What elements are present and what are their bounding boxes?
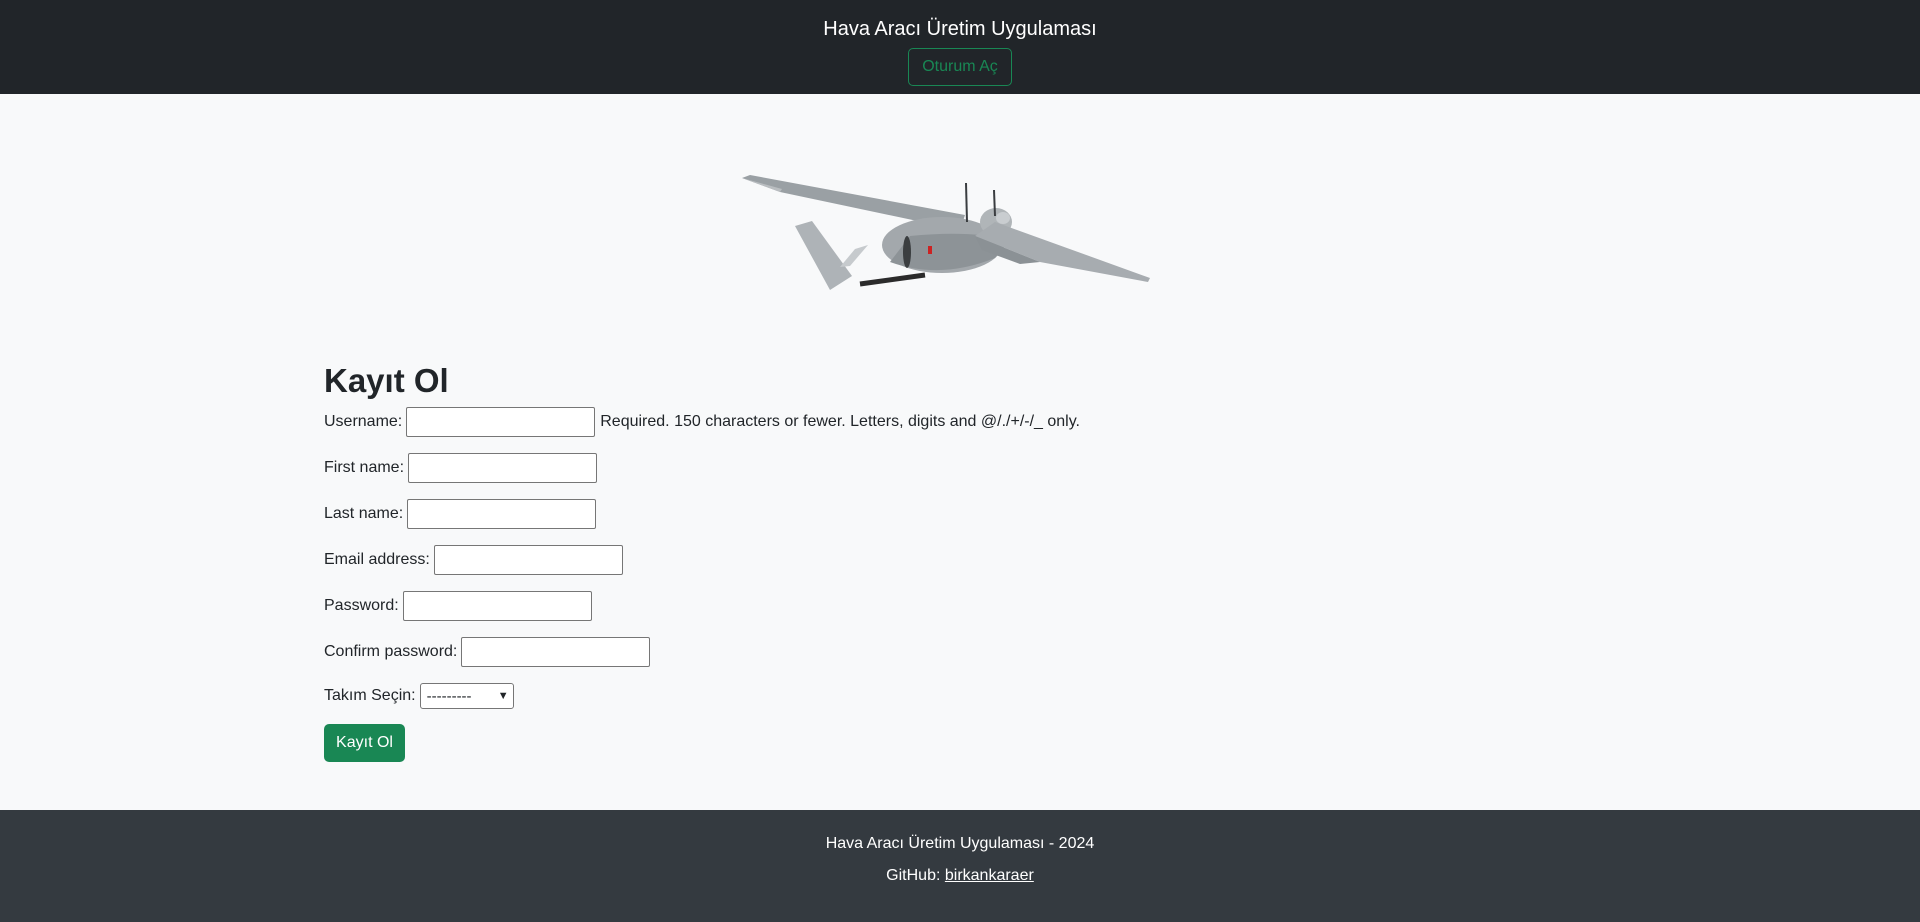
password-row: Password:: [324, 591, 592, 621]
confirm-password-input[interactable]: [461, 637, 651, 667]
confirm-password-row: Confirm password:: [324, 637, 651, 667]
app-title: Hava Aracı Üretim Uygulaması: [823, 18, 1097, 40]
github-link[interactable]: birkankaraer: [945, 867, 1034, 884]
confirm-password-label: Confirm password:: [324, 643, 458, 660]
last-name-label: Last name:: [324, 505, 404, 522]
register-submit-button[interactable]: Kayıt Ol: [324, 724, 405, 762]
team-row: Takım Seçin: --------- ▼: [324, 681, 514, 711]
drone-image: [720, 150, 1200, 320]
email-input[interactable]: [433, 545, 623, 575]
email-label: Email address:: [324, 551, 430, 568]
email-row: Email address:: [324, 545, 623, 575]
team-select[interactable]: --------- ▼: [419, 683, 514, 709]
footer-github: GitHub: birkankaraer: [0, 865, 1920, 887]
username-row: Username: Required. 150 characters or fe…: [324, 407, 1080, 437]
first-name-label: First name:: [324, 459, 405, 476]
first-name-row: First name:: [324, 453, 598, 483]
password-input[interactable]: [402, 591, 592, 621]
username-label: Username:: [324, 413, 403, 430]
github-label: GitHub:: [886, 867, 941, 884]
footer: Hava Aracı Üretim Uygulaması - 2024 GitH…: [0, 810, 1920, 922]
chevron-down-icon: ▼: [497, 690, 509, 702]
login-button[interactable]: Oturum Aç: [908, 48, 1012, 86]
last-name-row: Last name:: [324, 499, 597, 529]
team-selected-value: ---------: [426, 687, 472, 705]
password-label: Password:: [324, 597, 399, 614]
last-name-input[interactable]: [407, 499, 597, 529]
navbar: Hava Aracı Üretim Uygulaması Oturum Aç: [0, 0, 1920, 94]
username-help-text: Required. 150 characters or fewer. Lette…: [600, 413, 1080, 430]
team-label: Takım Seçin:: [324, 687, 416, 704]
register-form: Kayıt Ol Username: Required. 150 charact…: [324, 358, 1224, 762]
username-input[interactable]: [406, 407, 596, 437]
first-name-input[interactable]: [408, 453, 598, 483]
form-heading: Kayıt Ol: [324, 362, 449, 399]
footer-copyright: Hava Aracı Üretim Uygulaması - 2024: [825, 835, 1095, 852]
